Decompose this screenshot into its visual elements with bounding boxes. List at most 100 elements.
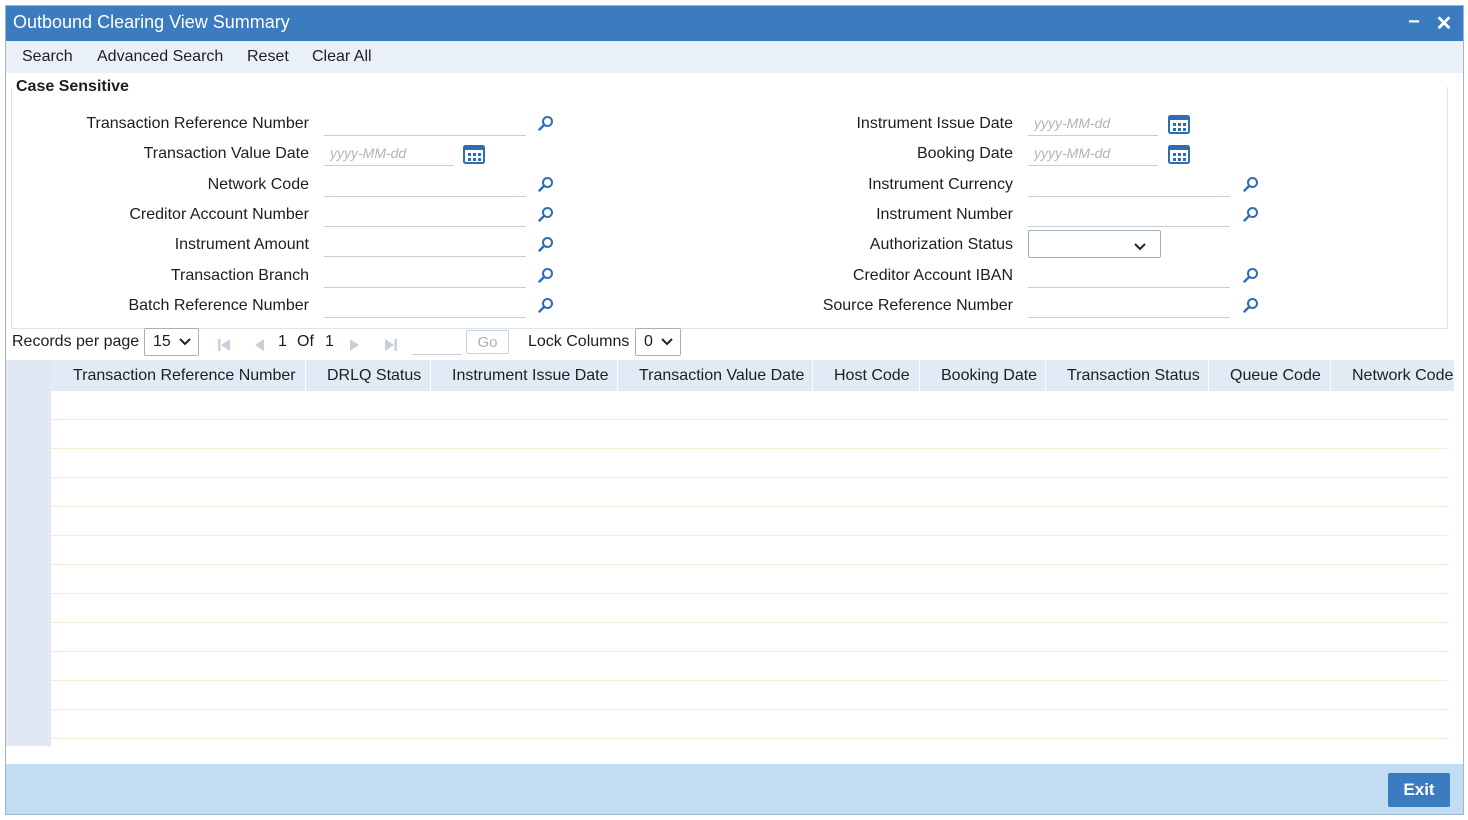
transaction-value-date-label: Transaction Value Date xyxy=(143,145,309,162)
booking-date-input[interactable] xyxy=(1028,140,1158,166)
instrument-currency-input[interactable] xyxy=(1028,171,1230,197)
column-header-instrument-issue-date[interactable]: Instrument Issue Date xyxy=(452,367,609,385)
table-row[interactable] xyxy=(6,391,1449,420)
search-icon[interactable] xyxy=(1243,267,1259,283)
authorization-status-label: Authorization Status xyxy=(869,236,1013,253)
last-page-icon[interactable] xyxy=(384,338,398,352)
minimize-button[interactable]: − xyxy=(1403,11,1425,35)
authorization-status-select[interactable] xyxy=(1028,230,1161,258)
transaction-branch-label: Transaction Branch xyxy=(170,267,309,284)
row-select-cell[interactable] xyxy=(6,420,51,449)
toolbar-menu: Search Advanced Search Reset Clear All xyxy=(6,41,1463,73)
column-header-transaction-reference-number[interactable]: Transaction Reference Number xyxy=(73,367,296,385)
instrument-issue-date-input[interactable] xyxy=(1028,110,1158,136)
search-icon[interactable] xyxy=(538,297,554,313)
batch-reference-number-label: Batch Reference Number xyxy=(128,297,309,314)
chevron-down-icon xyxy=(179,338,191,346)
table-row[interactable] xyxy=(6,507,1449,536)
creditor-account-number-input[interactable] xyxy=(324,201,526,227)
lock-columns-select[interactable]: 0 xyxy=(635,328,681,356)
results-grid-header: Transaction Reference Number DRLQ Status… xyxy=(6,360,1454,391)
table-row[interactable] xyxy=(6,623,1449,652)
exit-button[interactable]: Exit xyxy=(1388,773,1450,807)
clear-all-button[interactable]: Clear All xyxy=(312,48,372,66)
column-header-queue-code[interactable]: Queue Code xyxy=(1230,367,1321,385)
footer-bar: Exit xyxy=(6,764,1463,814)
table-row[interactable] xyxy=(6,565,1449,594)
calendar-icon[interactable] xyxy=(1168,114,1190,134)
instrument-number-label: Instrument Number xyxy=(876,206,1013,223)
row-select-cell[interactable] xyxy=(6,391,51,420)
records-per-page-select[interactable]: 15 xyxy=(144,328,199,356)
close-button[interactable]: ✕ xyxy=(1433,11,1455,35)
instrument-number-input[interactable] xyxy=(1028,201,1230,227)
column-header-transaction-status[interactable]: Transaction Status xyxy=(1067,367,1200,385)
column-header-drlq-status[interactable]: DRLQ Status xyxy=(327,367,421,385)
case-sensitive-label: Case Sensitive xyxy=(16,78,129,95)
next-page-icon[interactable] xyxy=(349,338,361,352)
search-icon[interactable] xyxy=(1243,176,1259,192)
current-page: 1 xyxy=(278,333,287,350)
of-label: Of xyxy=(297,333,314,350)
table-row[interactable] xyxy=(6,536,1449,565)
select-all-cell[interactable] xyxy=(6,360,51,391)
column-header-host-code[interactable]: Host Code xyxy=(834,367,910,385)
network-code-label: Network Code xyxy=(207,176,309,193)
batch-reference-number-input[interactable] xyxy=(324,292,526,318)
table-row[interactable] xyxy=(6,652,1449,681)
creditor-account-iban-input[interactable] xyxy=(1028,262,1230,288)
row-select-cell[interactable] xyxy=(6,623,51,652)
goto-page-input[interactable] xyxy=(412,331,462,355)
column-header-network-code[interactable]: Network Code xyxy=(1352,367,1453,385)
chevron-down-icon xyxy=(661,338,673,346)
search-icon[interactable] xyxy=(538,206,554,222)
reset-button[interactable]: Reset xyxy=(247,48,289,66)
lock-columns-value: 0 xyxy=(644,333,653,350)
search-icon[interactable] xyxy=(538,236,554,252)
transaction-reference-number-label: Transaction Reference Number xyxy=(86,115,309,132)
go-button[interactable]: Go xyxy=(466,330,509,354)
source-reference-number-label: Source Reference Number xyxy=(822,297,1013,314)
advanced-search-button[interactable]: Advanced Search xyxy=(97,48,223,66)
title-bar: Outbound Clearing View Summary − ✕ xyxy=(6,6,1463,41)
network-code-input[interactable] xyxy=(324,171,526,197)
row-select-cell[interactable] xyxy=(6,449,51,478)
transaction-reference-number-input[interactable] xyxy=(324,110,526,136)
table-row[interactable] xyxy=(6,449,1449,478)
search-icon[interactable] xyxy=(1243,206,1259,222)
previous-page-icon[interactable] xyxy=(253,338,265,352)
search-icon[interactable] xyxy=(538,267,554,283)
table-row[interactable] xyxy=(6,681,1449,710)
calendar-icon[interactable] xyxy=(463,144,485,164)
row-select-cell[interactable] xyxy=(6,536,51,565)
instrument-amount-label: Instrument Amount xyxy=(174,236,309,253)
total-pages: 1 xyxy=(325,333,334,350)
pagination-bar: Records per page 15 1 Of 1 Go Lock Colum… xyxy=(6,326,1463,360)
records-per-page-label: Records per page xyxy=(12,333,140,350)
table-row[interactable] xyxy=(6,420,1449,449)
table-row[interactable] xyxy=(6,710,1449,746)
table-row[interactable] xyxy=(6,478,1449,507)
table-row[interactable] xyxy=(6,594,1449,623)
transaction-value-date-input[interactable] xyxy=(324,140,454,166)
search-button[interactable]: Search xyxy=(22,48,73,66)
column-header-transaction-value-date[interactable]: Transaction Value Date xyxy=(639,367,804,385)
row-select-cell[interactable] xyxy=(6,594,51,623)
search-icon[interactable] xyxy=(1243,297,1259,313)
row-select-cell[interactable] xyxy=(6,681,51,710)
transaction-branch-input[interactable] xyxy=(324,262,526,288)
first-page-icon[interactable] xyxy=(217,338,231,352)
row-select-cell[interactable] xyxy=(6,565,51,594)
instrument-amount-input[interactable] xyxy=(324,231,526,257)
row-select-cell[interactable] xyxy=(6,478,51,507)
source-reference-number-input[interactable] xyxy=(1028,292,1230,318)
search-icon[interactable] xyxy=(538,176,554,192)
window-title: Outbound Clearing View Summary xyxy=(13,12,290,32)
row-select-cell[interactable] xyxy=(6,507,51,536)
row-select-cell[interactable] xyxy=(6,710,51,746)
column-header-booking-date[interactable]: Booking Date xyxy=(941,367,1037,385)
creditor-account-iban-label: Creditor Account IBAN xyxy=(852,267,1013,284)
row-select-cell[interactable] xyxy=(6,652,51,681)
calendar-icon[interactable] xyxy=(1168,144,1190,164)
search-icon[interactable] xyxy=(538,115,554,131)
